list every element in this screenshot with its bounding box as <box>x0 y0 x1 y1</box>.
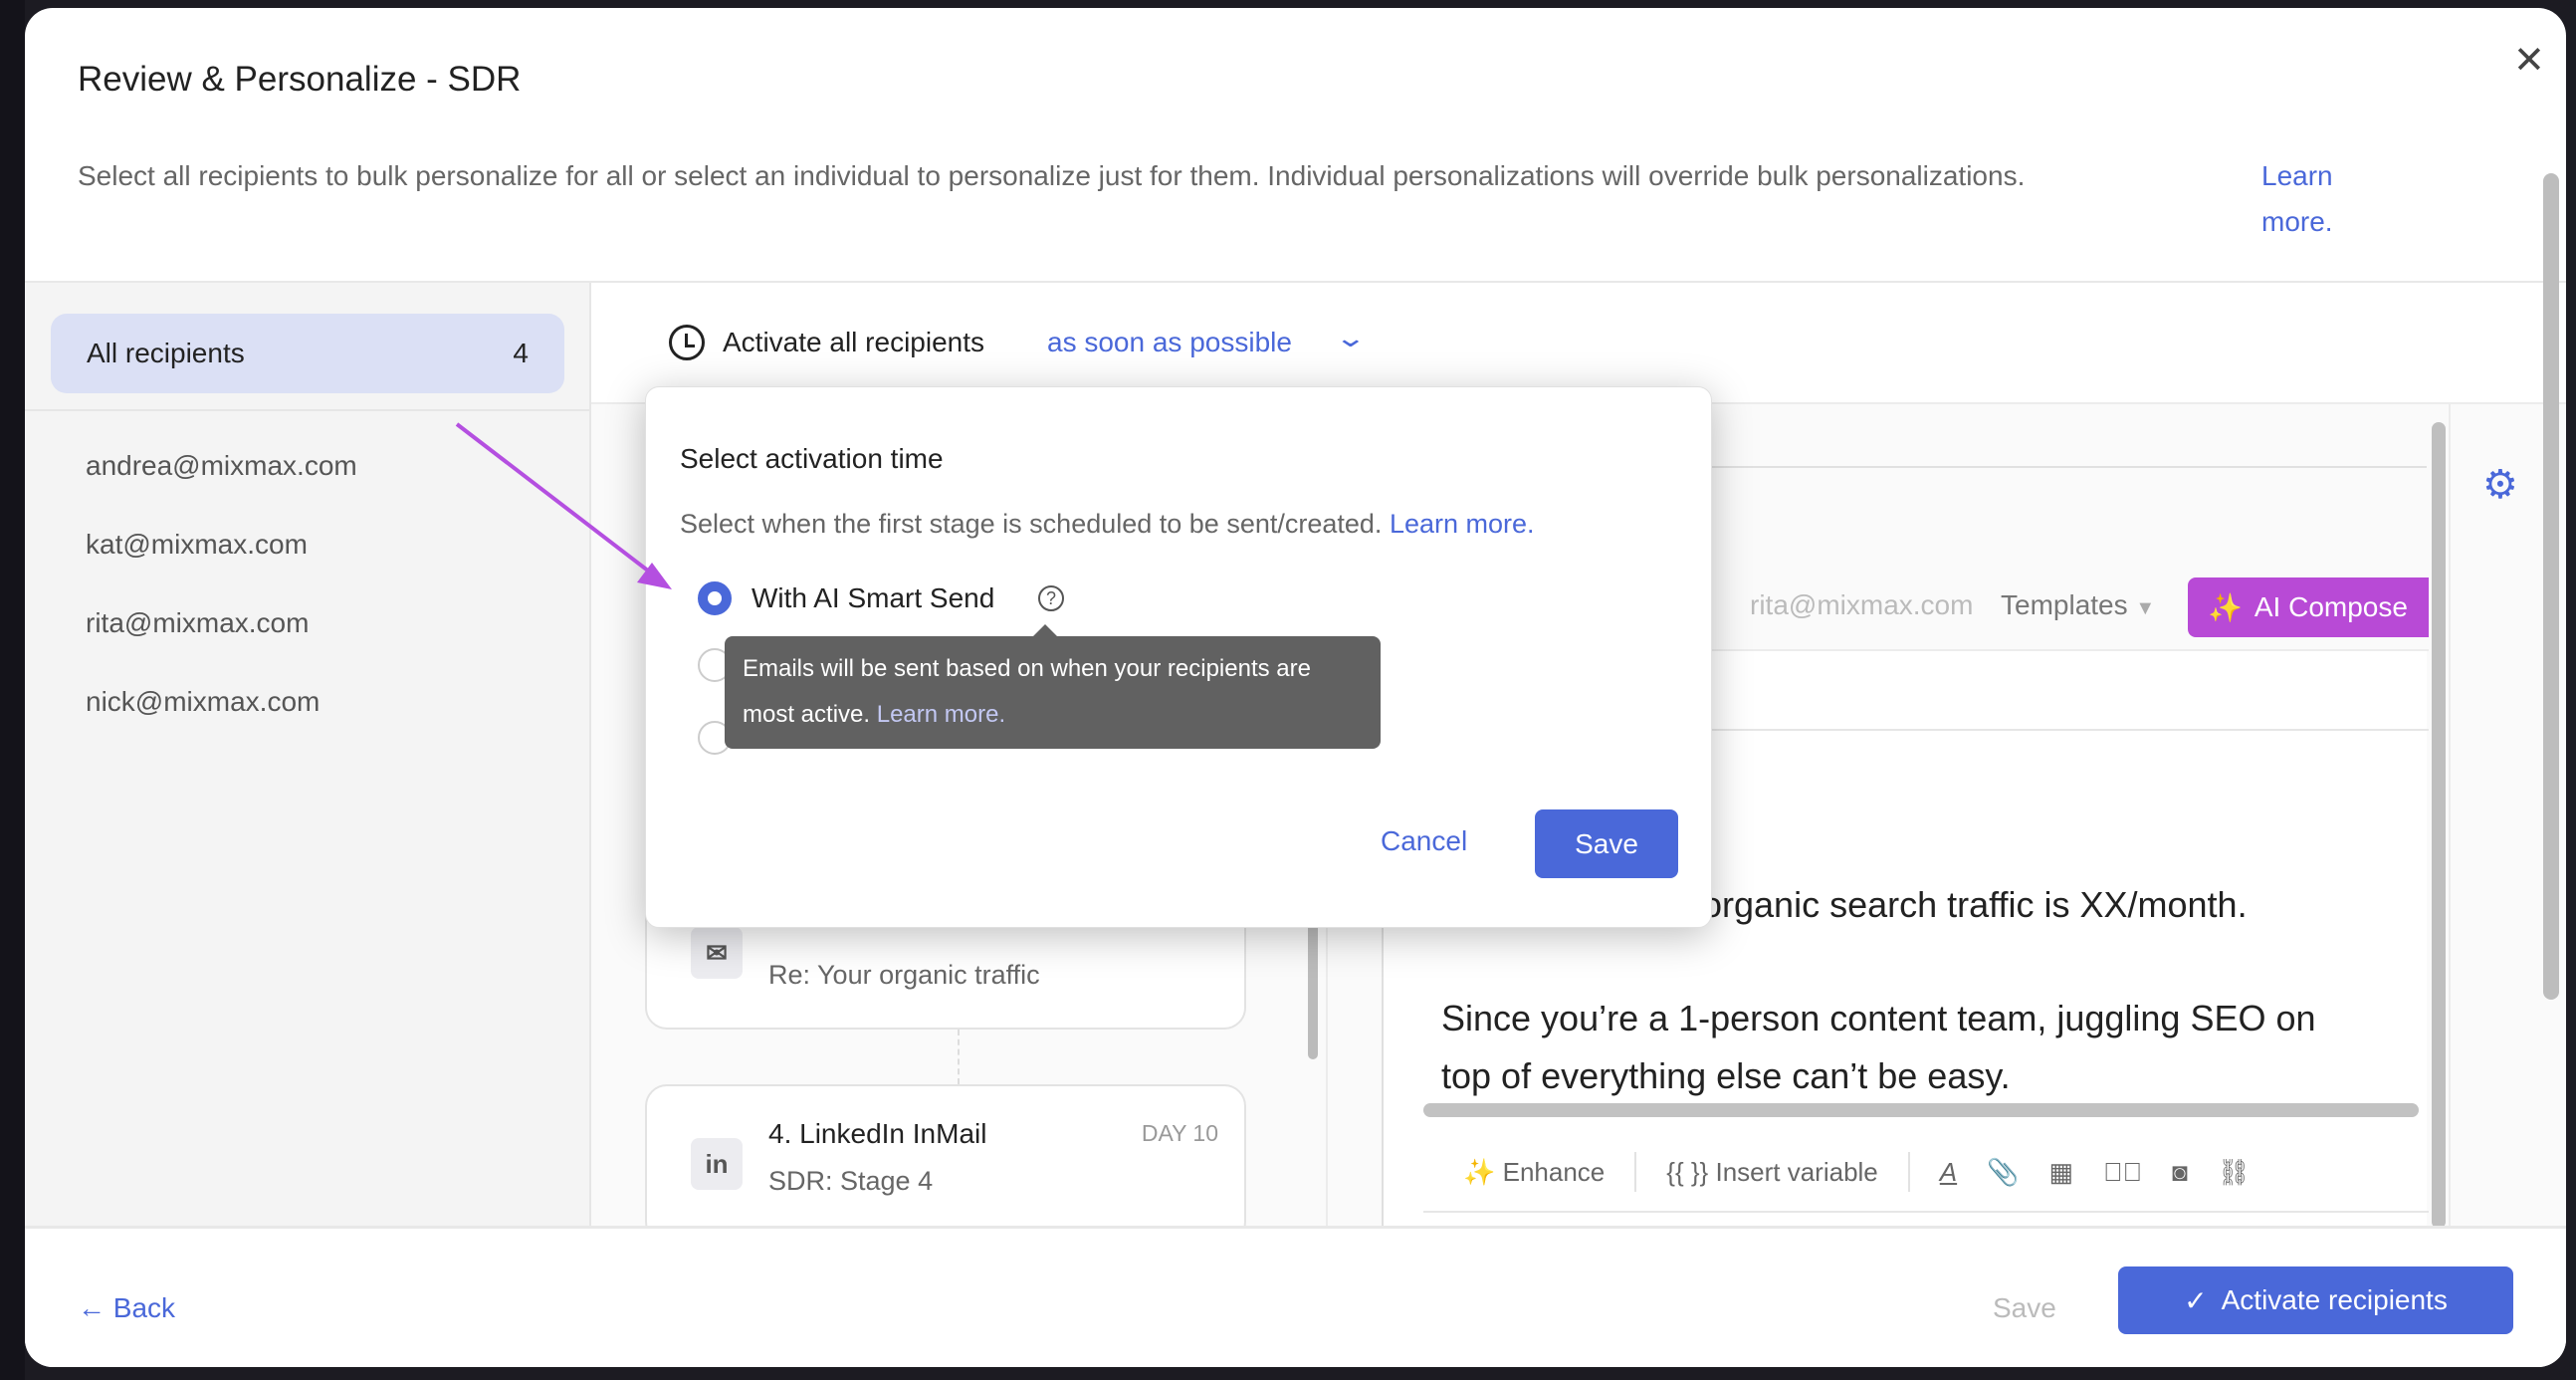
magic-wand-icon: ✨ <box>2208 591 2243 623</box>
ai-compose-button[interactable]: ✨ AI Compose <box>2188 577 2429 637</box>
check-circle-icon[interactable]: ✓⃝ <box>2103 1157 2142 1188</box>
popover-subtitle-text: Select when the first stage is scheduled… <box>680 509 1383 539</box>
body-text[interactable]: top of everything else can’t be easy. <box>1441 1055 2011 1099</box>
activation-time-popover: Select activation time Select when the f… <box>645 386 1712 928</box>
dialog-footer: ← Back Save ✓ Activate recipients <box>25 1226 2566 1367</box>
check-icon: ✓ <box>2184 1284 2208 1316</box>
clock-icon <box>669 325 705 360</box>
divider <box>2449 404 2451 1226</box>
recipient-item[interactable]: kat@mixmax.com <box>86 529 308 561</box>
stage-title: 4. LinkedIn InMail <box>768 1118 987 1149</box>
save-button[interactable]: Save <box>1535 809 1678 878</box>
popover-subtitle: Select when the first stage is scheduled… <box>680 509 1535 540</box>
recipient-item[interactable]: andrea@mixmax.com <box>86 450 357 482</box>
ai-compose-label: AI Compose <box>2254 591 2408 622</box>
stage-card[interactable]: in 4. LinkedIn InMail SDR: Stage 4 DAY 1… <box>645 1084 1246 1244</box>
cancel-button[interactable]: Cancel <box>1381 825 1467 857</box>
back-label: Back <box>112 1292 176 1323</box>
editor-toolbar: ✨ Enhance {{ }} Insert variable A 📎 ▦ ✓⃝… <box>1423 1133 2429 1213</box>
dialog-description: Select all recipients to bulk personaliz… <box>78 160 2026 191</box>
close-icon[interactable]: ✕ <box>2513 38 2545 83</box>
body-text[interactable]: organic search traffic is XX/month. <box>1702 884 2248 926</box>
divider <box>1907 1152 1910 1192</box>
text-format-icon[interactable]: A <box>1940 1157 1957 1188</box>
help-icon[interactable]: ? <box>1038 585 1064 611</box>
tooltip: Emails will be sent based on when your r… <box>725 624 1381 749</box>
caret-down-icon: ▼ <box>2135 597 2156 619</box>
recipient-count: 4 <box>513 338 529 368</box>
recipient-item[interactable]: nick@mixmax.com <box>86 686 320 718</box>
linkedin-icon: in <box>691 1138 743 1190</box>
variable-icon: {{ }} <box>1666 1156 1709 1187</box>
radio-ai-smart-send[interactable] <box>698 581 732 615</box>
insert-variable-label: Insert variable <box>1715 1156 1878 1187</box>
chevron-down-icon[interactable]: ⌄ <box>1335 323 1368 353</box>
activation-time-dropdown[interactable]: as soon as possible <box>1047 327 1292 358</box>
templates-dropdown[interactable]: Templates ▼ <box>2001 589 2155 621</box>
recipient-item[interactable]: rita@mixmax.com <box>86 607 309 639</box>
stage-subtitle: Re: Your organic traffic <box>768 960 1040 990</box>
popover-title: Select activation time <box>680 443 944 474</box>
dialog-scrollbar[interactable] <box>2543 173 2559 1000</box>
attachment-icon[interactable]: 📎 <box>1987 1157 2019 1188</box>
stage-subtitle: SDR: Stage 4 <box>768 1166 934 1196</box>
learn-more-link[interactable]: Learn more. <box>2261 153 2351 245</box>
insert-variable-button[interactable]: {{ }} Insert variable <box>1666 1157 1878 1188</box>
activate-label: Activate recipients <box>2221 1284 2448 1315</box>
link-icon[interactable]: ⛓ <box>2218 1157 2251 1188</box>
save-button[interactable]: Save <box>1993 1292 2056 1324</box>
arrow-left-icon: ← <box>78 1292 106 1323</box>
learn-more-link[interactable]: Learn more. <box>1390 509 1535 539</box>
enhance-label: Enhance <box>1502 1156 1606 1187</box>
divider <box>25 409 589 411</box>
background-app <box>0 0 25 1380</box>
magic-wand-icon: ✨ <box>1463 1156 1496 1187</box>
divider <box>1634 1152 1637 1192</box>
enhance-button[interactable]: ✨ Enhance <box>1463 1157 1605 1188</box>
stages-scrollbar[interactable] <box>1308 920 1318 1059</box>
tooltip-text: Emails will be sent based on when your r… <box>743 655 1311 728</box>
tooltip-learn-more-link[interactable]: Learn more. <box>877 701 1005 728</box>
all-recipients-label: All recipients <box>87 338 245 368</box>
recipients-sidebar: All recipients 4 andrea@mixmax.com kat@m… <box>25 283 591 1226</box>
radio-label[interactable]: With AI Smart Send <box>751 582 994 614</box>
camera-icon[interactable]: ◙ <box>2172 1157 2188 1188</box>
activate-recipients-button[interactable]: ✓ Activate recipients <box>2118 1266 2513 1334</box>
calendar-icon[interactable]: ▦ <box>2049 1157 2074 1188</box>
templates-label: Templates <box>2001 589 2128 620</box>
back-button[interactable]: ← Back <box>78 1292 175 1324</box>
body-text[interactable]: Since you’re a 1-person content team, ju… <box>1441 998 2316 1039</box>
horizontal-scrollbar[interactable] <box>1423 1103 2419 1117</box>
all-recipients-item[interactable]: All recipients 4 <box>51 314 564 393</box>
to-field[interactable]: rita@mixmax.com <box>1750 589 1973 621</box>
activation-label: Activate all recipients <box>723 327 985 357</box>
stage-connector <box>958 1030 960 1084</box>
editor-scrollbar[interactable] <box>2432 422 2446 1229</box>
stage-day: DAY 10 <box>1141 1120 1218 1146</box>
gear-icon[interactable]: ⚙ <box>2482 462 2518 508</box>
dialog-title: Review & Personalize - SDR <box>78 60 522 99</box>
email-icon: ✉ <box>691 927 743 979</box>
